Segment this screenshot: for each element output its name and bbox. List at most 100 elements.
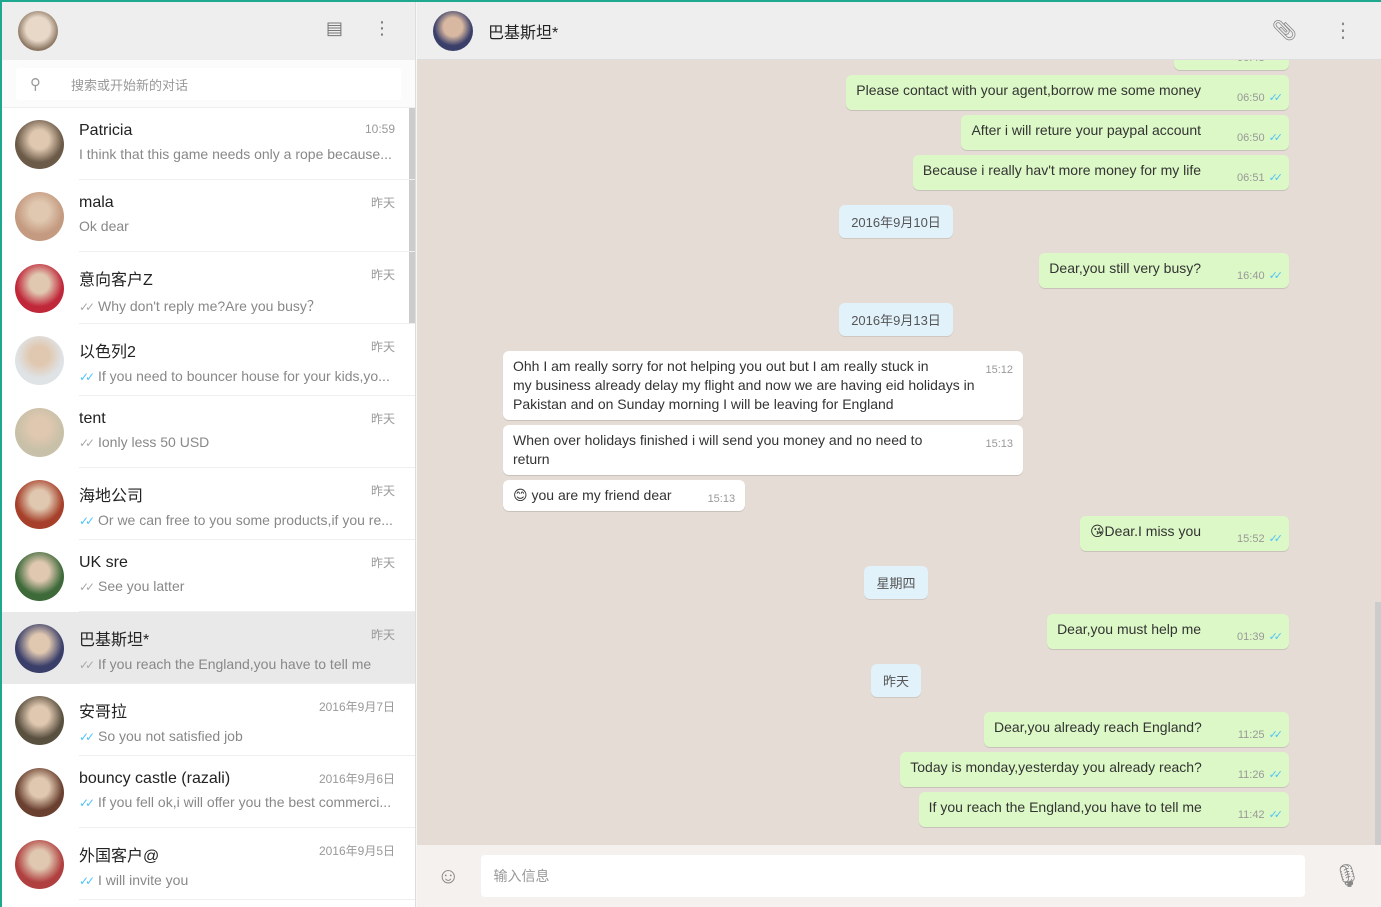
composer: ☺ 输入信息 🎙︎: [417, 845, 1381, 907]
outgoing-message: 06:51 ✓✓ Because i really hav't more money…: [912, 155, 1289, 190]
outgoing-message: 11:42 ✓✓ If you reach the England,you have…: [918, 792, 1289, 827]
chat-list-item[interactable]: Patricia 10:59 I think that this game ne…: [2, 108, 415, 180]
chat-info: UK sre 昨天 ✓✓ See you latter: [79, 540, 415, 612]
chat-list-item[interactable]: 安哥拉 2016年9月7日 ✓✓ So you not satisfied jo…: [2, 684, 415, 756]
contact-avatar[interactable]: [433, 10, 473, 51]
message-text: Ohh I am really sorry for not helping yo…: [513, 358, 975, 412]
chat-info: Patricia 10:59 I think that this game ne…: [79, 108, 415, 180]
message-text: When over holidays finished i will send …: [513, 432, 923, 467]
contact-avatar: [15, 767, 64, 817]
message-time: 15:52 ✓✓: [1237, 533, 1284, 545]
message-input[interactable]: 输入信息: [481, 855, 1306, 897]
read-receipt-icon: ✓✓: [1268, 769, 1284, 781]
chat-time: 10:59: [364, 122, 395, 136]
message-time: 06:51 ✓✓: [1237, 172, 1283, 184]
chat-info: mala 昨天 Ok dear: [79, 180, 415, 252]
emoji-icon[interactable]: ☺: [437, 863, 459, 889]
chat-name: UK sre: [79, 554, 128, 571]
chat-info: 巴基斯坦* 昨天 ✓✓ If you reach the England,you…: [79, 612, 415, 684]
new-chat-icon[interactable]: ▤: [326, 18, 343, 39]
contact-avatar: [15, 623, 64, 673]
message-text: Dear,you already reach England?: [994, 719, 1202, 735]
contact-avatar: [15, 839, 64, 889]
message-time: 06:50 ✓✓: [1237, 92, 1284, 104]
message-time: 15:13: [707, 493, 736, 505]
date-divider: 2016年9月10日: [839, 205, 953, 238]
read-receipt-icon: ✓✓: [1268, 631, 1284, 643]
message-time: 06:48✓✓: [1237, 60, 1283, 68]
double-check-icon: ✓✓: [79, 730, 95, 744]
read-receipt-icon: ✓✓: [1268, 809, 1284, 821]
chat-list-item[interactable]: 海地公司 昨天 ✓✓ Or we can free to you some pr…: [2, 468, 415, 540]
microphone-icon[interactable]: 🎙︎: [1333, 863, 1361, 889]
message-text: Dear,you must help me: [1057, 621, 1202, 637]
message-time: 11:25 ✓✓: [1237, 729, 1283, 741]
chat-preview: Ok dear: [79, 218, 129, 234]
chat-time: 昨天: [370, 196, 395, 210]
chat-time: 昨天: [370, 340, 395, 354]
contact-avatar: [15, 551, 64, 601]
chat-name: 外国客户@: [79, 848, 160, 865]
contact-name: 巴基斯坦*: [488, 24, 559, 42]
chat-list-item[interactable]: 外国客户@ 2016年9月5日 ✓✓ I will invite you: [2, 828, 415, 900]
search-placeholder: 搜索或开始新的对话: [71, 77, 189, 93]
chat-preview: If you need to bouncer house for your ki…: [98, 368, 390, 384]
chat-name: 意向客户Z: [79, 272, 153, 289]
message-text: 😊 you are my friend dear: [513, 487, 672, 503]
chat-list-item[interactable]: 巴基斯坦* 昨天 ✓✓ If you reach the England,you…: [2, 612, 415, 684]
chat-preview: Why don't reply me?Are you busy？: [98, 298, 321, 314]
message-area: 06:48✓✓☺️ 06:50✓✓ Please contact with your…: [417, 60, 1381, 845]
read-receipt-icon: ✓✓: [1268, 270, 1284, 282]
search-icon: ⚲: [30, 76, 41, 93]
double-check-icon: ✓✓: [79, 796, 95, 810]
chat-list-item[interactable]: 以色列2 昨天 ✓✓ If you need to bouncer house …: [2, 324, 415, 396]
contact-avatar: [15, 695, 64, 745]
chat-preview: Ionly less 50 USD: [98, 434, 210, 450]
message-text: Please contact with your agent,borrow me…: [856, 82, 1202, 98]
read-receipt-icon: ✓✓: [1268, 92, 1284, 104]
contact-avatar: [15, 191, 64, 241]
my-avatar[interactable]: [18, 11, 58, 51]
menu-icon[interactable]: ⋮: [373, 18, 391, 39]
chat-name: bouncy castle (razali): [79, 770, 231, 787]
chat-info: 海地公司 昨天 ✓✓ Or we can free to you some pr…: [79, 468, 415, 540]
chat-header[interactable]: 巴基斯坦* 📎︎ ⋮: [417, 2, 1381, 60]
chat-preview: So you not satisfied job: [98, 728, 243, 744]
chat-info: bouncy castle (razali) 2016年9月6日 ✓✓ If y…: [79, 756, 415, 828]
chat-list-item[interactable]: mala 昨天 Ok dear: [2, 180, 415, 252]
chat-preview: Or we can free to you some products,if y…: [98, 512, 393, 528]
chat-menu-icon[interactable]: ⋮: [1333, 18, 1353, 43]
chat-time: 昨天: [370, 268, 395, 282]
chat-time: 昨天: [370, 484, 395, 498]
message-scrollbar[interactable]: [1375, 602, 1381, 847]
chat-list-item[interactable]: UK sre 昨天 ✓✓ See you latter: [2, 540, 415, 612]
message-time: 06:50 ✓✓: [1237, 132, 1283, 144]
double-check-icon: ✓✓: [79, 300, 95, 314]
attach-icon[interactable]: 📎︎: [1272, 18, 1297, 43]
search-input[interactable]: ⚲ 搜索或开始新的对话: [16, 68, 401, 100]
chat-list-item[interactable]: bouncy castle (razali) 2016年9月6日 ✓✓ If y…: [2, 756, 415, 828]
search-bar: ⚲ 搜索或开始新的对话: [2, 60, 415, 108]
contact-avatar: [15, 119, 64, 169]
read-receipt-icon: ✓✓: [1268, 533, 1284, 545]
chat-name: 安哥拉: [79, 704, 128, 721]
chat-list: Patricia 10:59 I think that this game ne…: [2, 108, 415, 906]
message-text: 😘Dear.I miss you: [1089, 523, 1202, 539]
outgoing-message: 01:39 ✓✓ Dear,you must help me: [1047, 614, 1289, 649]
double-check-icon: ✓✓: [79, 874, 95, 888]
message-text: After i will reture your paypal account: [971, 122, 1202, 138]
chat-name: 以色列2: [79, 344, 136, 361]
date-divider: 昨天: [870, 664, 921, 697]
chat-preview: I think that this game needs only a rope…: [79, 146, 392, 162]
chat-preview: If you reach the England,you have to tel…: [98, 656, 372, 672]
sidebar: ▤ ⋮ ⚲ 搜索或开始新的对话 Patricia 10:59 I think t…: [0, 2, 416, 907]
message-time: 15:13: [985, 438, 1013, 450]
chat-list-item[interactable]: 意向客户Z 昨天 ✓✓ Why don't reply me?Are you b…: [2, 252, 415, 324]
chat-info: 以色列2 昨天 ✓✓ If you need to bouncer house …: [79, 324, 415, 396]
contact-avatar: [15, 335, 64, 385]
chat-time: 2016年9月6日: [318, 772, 395, 786]
chat-time: 2016年9月7日: [318, 700, 395, 714]
chat-time: 昨天: [370, 412, 395, 426]
chat-list-item[interactable]: tent 昨天 ✓✓ Ionly less 50 USD: [2, 396, 415, 468]
chat-name: 海地公司: [79, 488, 144, 505]
